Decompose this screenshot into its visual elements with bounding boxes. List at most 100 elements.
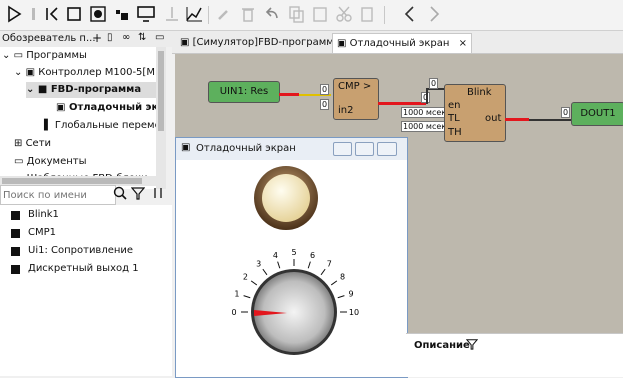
- delete-icon[interactable]: ▯: [107, 32, 113, 43]
- tree-fbd[interactable]: ⌄ ■ FBD-программа: [26, 82, 156, 98]
- paste-icon[interactable]: [310, 4, 330, 24]
- lamp-indicator: [254, 166, 318, 230]
- knob-tick: [330, 280, 338, 286]
- pause-icon[interactable]: [24, 4, 44, 24]
- close-icon[interactable]: [377, 142, 397, 156]
- copy-icon[interactable]: [286, 4, 306, 24]
- wire: [279, 93, 299, 96]
- debug-window-title: Отладочный экран: [196, 143, 296, 154]
- list-item[interactable]: Ui1: Сопротивление: [11, 242, 133, 260]
- explorer-title: Обозреватель п...: [2, 33, 96, 44]
- tree-controller[interactable]: ⌄ ▣ Контроллер М100-5[М1...: [14, 65, 156, 81]
- export-icon[interactable]: [358, 4, 378, 24]
- debug-window: ▣ Отладочный экран 0 1 2 3 4 5 6 7 8 9 10: [175, 137, 408, 378]
- filter-icon[interactable]: [130, 186, 146, 200]
- monitor-icon[interactable]: [136, 4, 156, 24]
- chevron-down-icon[interactable]: ⌄: [2, 50, 10, 61]
- minimize-icon[interactable]: [333, 142, 352, 156]
- chevron-down-icon[interactable]: ⌄: [26, 84, 34, 95]
- back-icon[interactable]: [400, 4, 420, 24]
- expand-icon[interactable]: ⇅: [138, 32, 146, 43]
- blink-block[interactable]: Blink en TL TH out: [444, 84, 506, 142]
- editor-tabs: ▣ [Симулятор]FBD-программа × ▣ Отладочны…: [172, 31, 623, 54]
- knob-tick-label: 1: [234, 289, 239, 298]
- variable-list: Blink1 CMP1 Ui1: Сопротивление Дискретны…: [0, 205, 172, 376]
- step-icon[interactable]: [42, 4, 62, 24]
- chevron-down-icon[interactable]: ⌄: [14, 67, 22, 78]
- cmp-in2-label: in2: [338, 105, 354, 116]
- rotary-knob[interactable]: 0 123 4 5 6 789 10: [224, 242, 364, 372]
- block-icon: [11, 265, 20, 274]
- knob-tick: [243, 295, 251, 299]
- blink-tl-label: TL: [448, 113, 460, 124]
- knob-tick-label: 0: [231, 308, 236, 317]
- filter-icon[interactable]: [465, 338, 479, 353]
- wire: [426, 88, 428, 104]
- knob-tick-label: 5: [291, 248, 296, 257]
- knob-tick: [337, 295, 345, 299]
- knob-tick-label: 2: [243, 273, 248, 282]
- download-icon[interactable]: [162, 4, 182, 24]
- variable-icon: ▌: [44, 120, 52, 131]
- list-item[interactable]: CMP1: [11, 224, 56, 242]
- value-label: 0: [429, 78, 439, 89]
- dout-block[interactable]: DOUT1: [571, 102, 623, 126]
- debug-window-titlebar[interactable]: ▣ Отладочный экран: [176, 138, 407, 160]
- close-icon[interactable]: ×: [459, 38, 467, 49]
- add-icon[interactable]: +: [92, 31, 102, 45]
- value-label: 0: [320, 99, 330, 110]
- cut-icon[interactable]: [334, 4, 354, 24]
- network-icon: ⊞: [14, 138, 23, 149]
- window-icon: ▣: [181, 142, 191, 153]
- explorer-header: Обозреватель п... + ▯ ∞ ⇅ ▭: [0, 31, 172, 47]
- knob-tick: [320, 268, 326, 276]
- tree-debug-screen[interactable]: ▣ Отладочный эк...: [56, 100, 156, 116]
- th-value: 1000 мсек: [401, 121, 449, 132]
- wire: [378, 102, 426, 105]
- tree-documents[interactable]: ▭ Документы: [14, 154, 86, 170]
- knob-tick: [277, 261, 281, 269]
- blink-th-label: TH: [448, 127, 462, 138]
- stop-icon[interactable]: [64, 4, 84, 24]
- main-toolbar: [0, 0, 623, 31]
- fbd-icon[interactable]: [112, 4, 132, 24]
- folder-icon: ▭: [13, 50, 24, 61]
- search-icon[interactable]: [113, 186, 127, 200]
- screen-icon: ▣: [337, 38, 347, 49]
- link-icon[interactable]: ∞: [122, 32, 130, 43]
- knob-tick-label: 4: [273, 251, 278, 260]
- play-icon[interactable]: [4, 4, 24, 24]
- tree-networks[interactable]: ⊞ Сети: [14, 136, 51, 152]
- trend-icon[interactable]: [184, 4, 204, 24]
- blink-en-label: en: [448, 100, 461, 111]
- tree-globals[interactable]: ▌ Глобальные переме...: [44, 118, 156, 134]
- trash-icon[interactable]: [238, 4, 258, 24]
- uin-block[interactable]: UIN1: Res: [208, 81, 280, 103]
- sort-icon[interactable]: [151, 186, 165, 200]
- description-header: Описание: [414, 340, 470, 351]
- tree-programs[interactable]: ⌄ ▭ Программы: [2, 48, 87, 64]
- knob-tick-label: 8: [340, 273, 345, 282]
- wire: [505, 118, 529, 121]
- tree-vertical-scrollbar[interactable]: [156, 47, 166, 189]
- knob-tick-label: 6: [310, 251, 315, 260]
- knob-tick-label: 3: [256, 259, 261, 268]
- tab-debug-screen[interactable]: ▣ Отладочный экран ×: [332, 33, 473, 53]
- dock-icon[interactable]: ▭: [155, 32, 164, 43]
- undo-icon[interactable]: [262, 4, 282, 24]
- blink-out-label: out: [485, 113, 502, 124]
- block-icon: [11, 247, 20, 256]
- list-item[interactable]: Blink1: [11, 206, 59, 224]
- block-icon: [11, 229, 20, 238]
- maximize-icon[interactable]: [355, 142, 374, 156]
- cmp-block[interactable]: CMP > in2: [333, 78, 379, 120]
- screen-icon: ▣: [56, 102, 66, 113]
- project-tree: ⌄ ▭ Программы ⌄ ▣ Контроллер М100-5[М1..…: [0, 47, 156, 189]
- controller-icon: ▣: [25, 67, 36, 78]
- wrench-icon[interactable]: [214, 4, 234, 24]
- value-label: 0: [320, 84, 330, 95]
- list-item[interactable]: Дискретный выход 1: [11, 260, 139, 278]
- record-icon[interactable]: [88, 4, 108, 24]
- search-input[interactable]: [0, 185, 116, 205]
- forward-icon[interactable]: [424, 4, 444, 24]
